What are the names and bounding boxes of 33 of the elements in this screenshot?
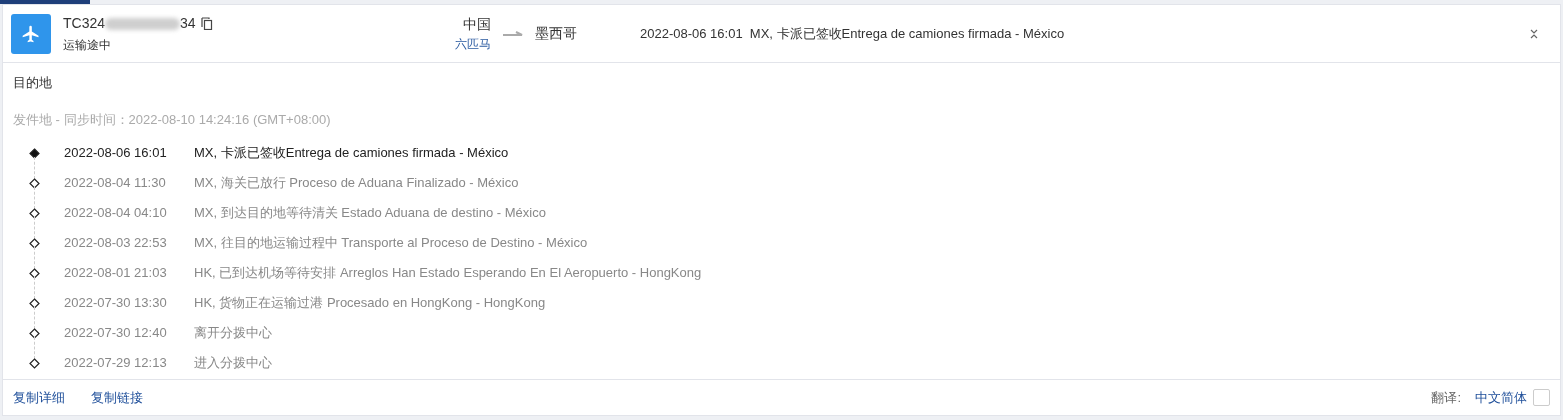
- destination-country: 墨西哥: [535, 24, 578, 43]
- origin-carrier: 六匹马: [455, 36, 491, 53]
- language-option[interactable]: 中文简体: [1475, 387, 1527, 408]
- event-description: 离开分拨中心: [194, 324, 272, 343]
- event-time: 2022-08-04 04:10: [64, 204, 168, 223]
- tracking-number: TC324: [63, 14, 106, 33]
- translate-checkbox[interactable]: [1533, 389, 1550, 406]
- origin-sync-line: 发件地 - 同步时间：2022-08-10 14:24:16 (GMT+08:00): [13, 112, 331, 127]
- event-time: 2022-07-30 13:30: [64, 294, 168, 313]
- event-description: MX, 海关已放行 Proceso de Aduana Finalizado - México: [194, 174, 519, 193]
- event-description: MX, 往目的地运输过程中 Transporte al Proceso de Destino - México: [194, 234, 588, 253]
- event-time: 2022-07-30 12:40: [64, 324, 168, 343]
- tracking-number-end: 34: [180, 14, 196, 33]
- event-time: 2022-08-03 22:53: [64, 234, 168, 253]
- destination-label: 目的地: [13, 74, 53, 92]
- collapse-icon[interactable]: [1530, 28, 1538, 39]
- copy-link[interactable]: 复制链接: [91, 387, 143, 408]
- translate-label: 翻译:: [1431, 388, 1461, 407]
- event-description: HK, 货物正在运输过港 Procesado en HongKong - HongKong: [194, 294, 546, 313]
- event-time: 2022-08-06 16:01: [64, 144, 168, 163]
- latest-event: 2022-08-06 16:01 MX, 卡派已签收Entrega de camiones firmada - México: [640, 24, 1065, 43]
- event-description: 进入分拨中心: [194, 354, 272, 373]
- event-time: 2022-08-04 11:30: [64, 174, 167, 193]
- airplane-icon: [21, 23, 41, 44]
- shipment-status: 运输途中: [63, 37, 112, 54]
- event-time: 2022-07-29 12:13: [64, 354, 168, 373]
- event-description: MX, 卡派已签收Entrega de camiones firmada - México: [194, 144, 509, 163]
- origin-country: 中国: [463, 15, 491, 34]
- copy-link[interactable]: 复制详细: [13, 387, 65, 408]
- event-description: MX, 到达目的地等待清关 Estado Aduana de destino - México: [194, 204, 546, 223]
- event-time: 2022-08-01 21:03: [64, 264, 168, 283]
- event-description: HK, 已到达机场等待安排 Arreglos Han Estado Esperando En El Aeropuerto - HongKong: [194, 264, 702, 283]
- copy-icon[interactable]: [200, 17, 213, 30]
